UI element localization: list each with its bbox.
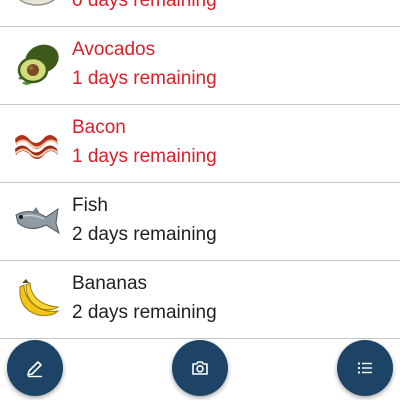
item-remaining: 2 days remaining [72, 302, 217, 323]
food-list: 0 days remaining Avocados 1 days remaini… [0, 0, 400, 339]
item-name: Bananas [72, 273, 148, 294]
food-expiry-screen: 0 days remaining Avocados 1 days remaini… [0, 0, 400, 400]
list-item[interactable]: Bacon 1 days remaining [0, 105, 400, 183]
item-name: Fish [72, 195, 108, 216]
pencil-icon [27, 361, 42, 378]
fish-icon [12, 195, 62, 245]
item-remaining: 1 days remaining [72, 146, 217, 167]
list-item[interactable]: Fish 2 days remaining [0, 183, 400, 261]
list-icon [358, 362, 372, 374]
list-view-button[interactable] [337, 340, 393, 396]
camera-button[interactable] [172, 340, 228, 396]
camera-icon [192, 361, 208, 375]
list-item[interactable]: 0 days remaining [0, 0, 400, 27]
item-remaining: 0 days remaining [72, 0, 217, 11]
list-item[interactable]: Bananas 2 days remaining [0, 261, 400, 339]
avocado-icon [12, 39, 62, 89]
banana-icon [12, 273, 62, 323]
bacon-icon [12, 117, 62, 167]
edit-button[interactable] [7, 340, 63, 396]
item-remaining: 2 days remaining [72, 224, 217, 245]
dish-icon [12, 0, 62, 11]
item-name: Avocados [72, 39, 156, 60]
item-name: Bacon [72, 117, 126, 138]
item-remaining: 1 days remaining [72, 68, 217, 89]
list-item[interactable]: Avocados 1 days remaining [0, 27, 400, 105]
